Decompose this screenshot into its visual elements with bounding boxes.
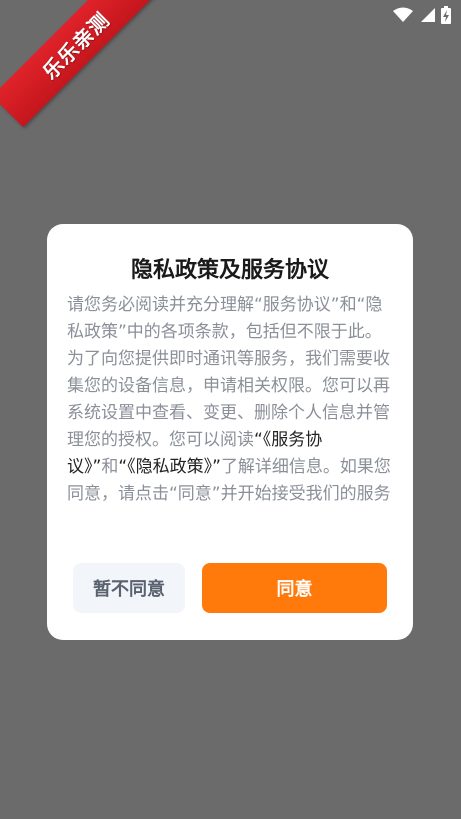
privacy-policy-link[interactable]: “《隐私政策》”: [118, 457, 221, 477]
dialog-title: 隐私政策及服务协议: [130, 258, 329, 283]
wifi-icon: [393, 7, 413, 22]
dialog-body: 请您务必阅读并充分理解“服务协议”和“隐私政策”中的各项条款，包括但不限于此。为…: [67, 292, 393, 508]
decline-button[interactable]: 暂不同意: [73, 563, 185, 613]
signal-icon: [421, 8, 435, 22]
accept-button[interactable]: 同意: [202, 563, 387, 613]
body-text-intro: 请您务必阅读并充分理解“服务协议”和“隐私政策”中的各项条款，包括但不限于此。为…: [67, 295, 390, 450]
body-text-and: 和: [101, 457, 119, 477]
privacy-dialog: 隐私政策及服务协议 请您务必阅读并充分理解“服务协议”和“隐私政策”中的各项条款…: [47, 224, 413, 640]
battery-charging-icon: [441, 6, 451, 24]
status-icons: [393, 6, 451, 24]
